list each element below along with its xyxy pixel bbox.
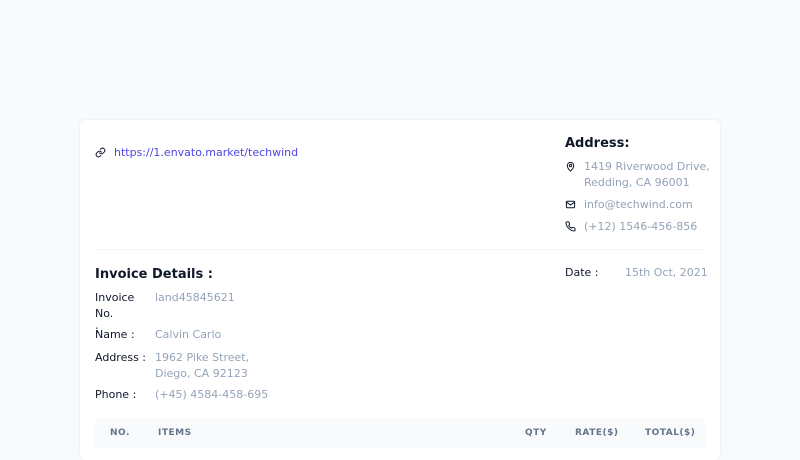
email-row: info@techwind.com [565,197,715,213]
email-link[interactable]: info@techwind.com [584,197,693,213]
customer-phone-value: (+45) 4584-458-695 [155,388,269,401]
items-table-header: NO. ITEMS QTY RATE($) TOTAL($) [95,418,705,448]
mail-icon [565,200,576,209]
invoice-date-row: Date : 15th Oct, 2021 [565,265,708,281]
section-divider [95,249,705,250]
column-header-items: ITEMS [158,428,192,438]
map-pin-icon [566,161,575,172]
invoice-card: https://1.envato.market/techwind Address… [80,120,720,460]
company-address-block: Address: 1419 Riverwood Drive, Redding, … [565,136,715,241]
customer-phone-row: Phone : (+45) 4584-458-695 [95,387,275,403]
website-link[interactable]: https://1.envato.market/techwind [95,146,298,159]
address-line-2: Redding, CA 96001 [584,176,690,189]
phone-icon [565,221,576,232]
column-header-total: TOTAL($) [645,428,696,438]
address-row: 1419 Riverwood Drive, Redding, CA 96001 [565,159,715,191]
invoice-date-label: Date : [565,266,599,279]
customer-name-value: Calvin Carlo [155,328,222,341]
link-icon [95,147,106,158]
website-link-text[interactable]: https://1.envato.market/techwind [114,146,298,159]
customer-address-label: Address : [95,351,147,364]
column-header-rate: RATE($) [575,428,619,438]
customer-address-value: 1962 Pike Street, Diego, CA 92123 [155,351,250,380]
column-header-no: NO. [110,428,130,438]
column-header-qty: QTY [525,428,547,438]
customer-name-label: Name : [95,328,135,341]
phone-row: (+12) 1546-456-856 [565,219,715,235]
phone-link[interactable]: (+12) 1546-456-856 [584,219,697,235]
invoice-date-value: 15th Oct, 2021 [625,266,708,279]
customer-phone-label: Phone : [95,388,137,401]
customer-address-row: Address : 1962 Pike Street, Diego, CA 92… [95,350,275,382]
address-line-1: 1419 Riverwood Drive, [584,160,710,173]
customer-name-row: Name : Calvin Carlo [95,327,275,343]
invoice-details-title: Invoice Details : [95,267,213,282]
address-title: Address: [565,136,630,151]
